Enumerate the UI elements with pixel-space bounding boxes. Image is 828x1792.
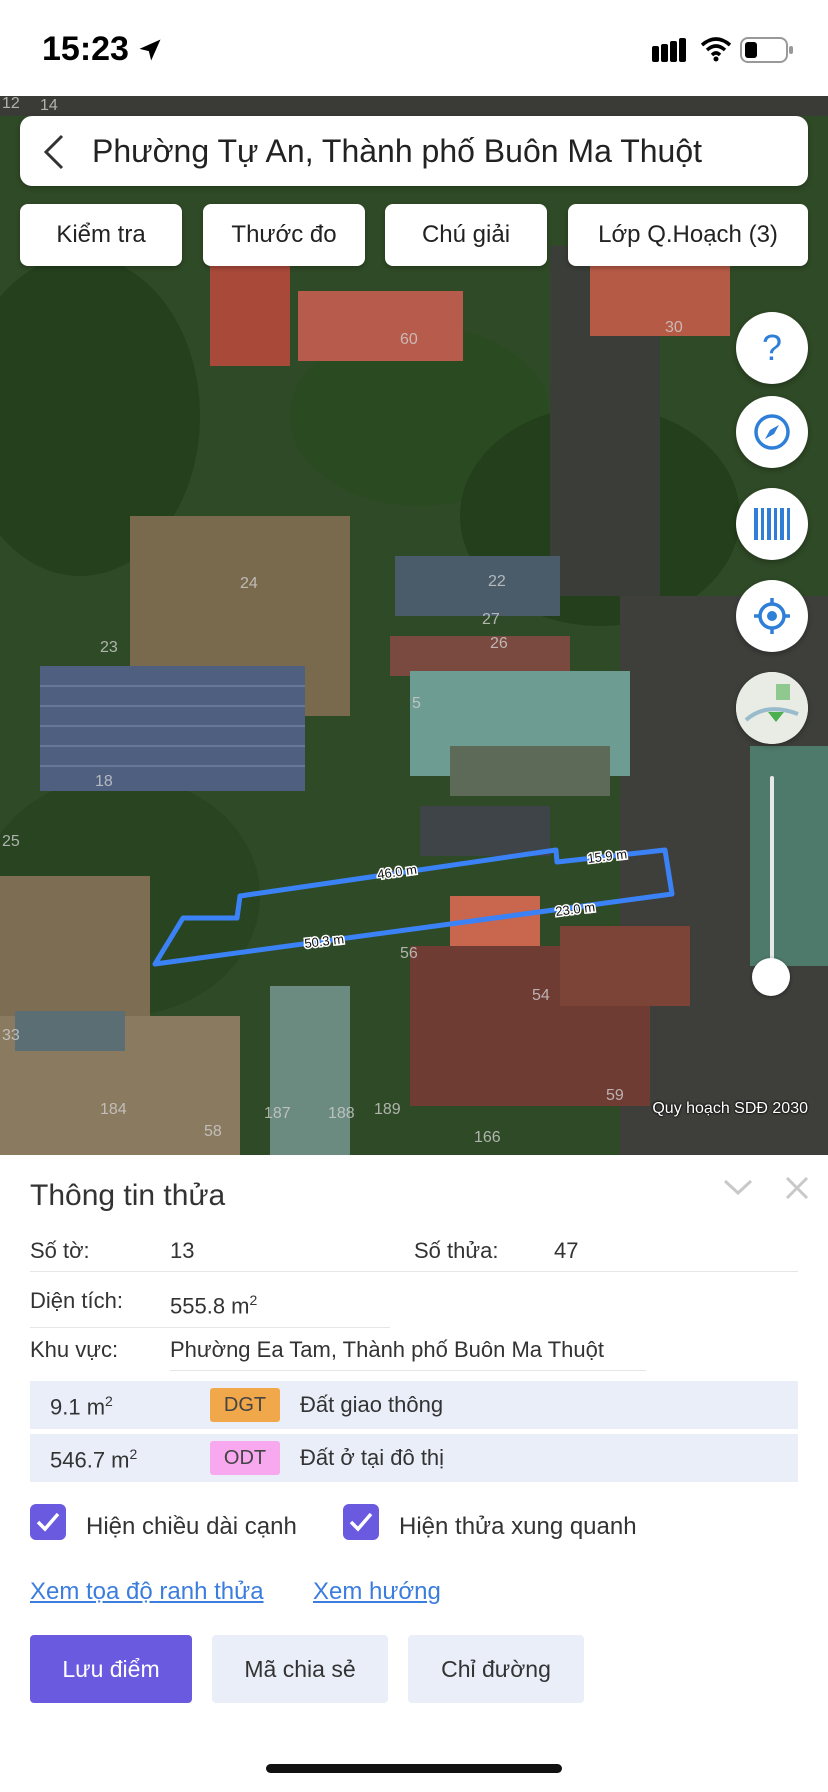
land-use-area: 9.1 m2 xyxy=(50,1393,113,1420)
map-thumbnail-icon xyxy=(736,672,808,744)
legend-button[interactable]: Chú giải xyxy=(385,204,547,266)
parcel-number: 188 xyxy=(328,1105,355,1122)
parcel-number: 18 xyxy=(95,773,113,790)
parcel-number: 22 xyxy=(488,573,506,590)
land-use-name: Đất giao thông xyxy=(300,1392,444,1417)
svg-text:?: ? xyxy=(762,328,782,368)
view-direction-link[interactable]: Xem hướng xyxy=(313,1578,441,1606)
compass-icon xyxy=(754,414,790,450)
save-point-button[interactable]: Lưu điểm xyxy=(30,1635,192,1703)
land-use-row: 9.1 m2 DGT Đất giao thông xyxy=(30,1381,798,1429)
map-layer-caption: Quy hoạch SDĐ 2030 xyxy=(652,1100,808,1117)
divider xyxy=(30,1327,390,1328)
chevron-down-icon[interactable] xyxy=(722,1177,754,1197)
parcel-number: 14 xyxy=(40,97,58,114)
divider xyxy=(170,1370,646,1371)
cellular-signal-icon xyxy=(652,38,686,62)
parcel-label: Số thửa: xyxy=(414,1238,499,1263)
area-row: Diện tích: 555.8 m2 xyxy=(30,1288,798,1324)
status-bar: 15:23 xyxy=(0,0,828,96)
view-boundary-coordinates-link[interactable]: Xem tọa độ ranh thửa xyxy=(30,1578,264,1606)
opacity-slider-track[interactable] xyxy=(770,776,774,976)
status-time: 15:23 xyxy=(42,30,129,68)
land-use-code-badge: DGT xyxy=(210,1388,280,1422)
parcel-number: 187 xyxy=(264,1105,291,1122)
parcel-number: 25 xyxy=(2,833,20,850)
back-chevron-icon[interactable] xyxy=(42,134,66,170)
planning-layers-button[interactable]: Lớp Q.Hoạch (3) xyxy=(568,204,808,266)
sheet-value: 13 xyxy=(170,1238,195,1263)
parcel-number: 166 xyxy=(474,1129,501,1146)
parcel-number: 60 xyxy=(400,331,418,348)
ruler-button[interactable]: Thước đo xyxy=(203,204,365,266)
battery-icon xyxy=(740,37,793,63)
parcel-number: 24 xyxy=(240,575,258,592)
barcode-icon xyxy=(754,508,790,540)
parcel-number: 30 xyxy=(665,319,683,336)
parcel-value: 47 xyxy=(554,1238,579,1263)
parcel-number: 56 xyxy=(400,945,418,962)
location-arrow-icon xyxy=(139,39,161,61)
parcel-number: 189 xyxy=(374,1101,401,1118)
show-neighbors-checkbox[interactable] xyxy=(343,1504,379,1540)
parcel-number: 58 xyxy=(204,1123,222,1140)
parcel-number: 59 xyxy=(606,1087,624,1104)
wifi-icon xyxy=(700,37,732,62)
sheet-label: Số tờ: xyxy=(30,1238,90,1263)
my-location-button[interactable] xyxy=(736,580,808,652)
location-title: Phường Tự An, Thành phố Buôn Ma Thuột xyxy=(92,133,703,169)
show-edge-lengths-checkbox[interactable] xyxy=(30,1504,66,1540)
check-button[interactable]: Kiểm tra xyxy=(20,204,182,266)
help-button[interactable]: ? xyxy=(736,312,808,384)
parcel-number: 54 xyxy=(532,987,550,1004)
checkmark-icon xyxy=(349,1512,373,1532)
parcel-number: 27 xyxy=(482,611,500,628)
show-edge-lengths-label[interactable]: Hiện chiều dài cạnh xyxy=(86,1513,297,1541)
map-type-button[interactable] xyxy=(736,672,808,744)
area-label: Diện tích: xyxy=(30,1288,123,1313)
sheet-parcel-row: Số tờ: 13 Số thửa: 47 xyxy=(30,1238,798,1268)
land-use-row: 546.7 m2 ODT Đất ở tại đô thị xyxy=(30,1434,798,1482)
crosshair-icon xyxy=(754,598,790,634)
region-row: Khu vực: Phường Ea Tam, Thành phố Buôn M… xyxy=(30,1337,798,1367)
parcel-number: 23 xyxy=(100,639,118,656)
land-use-code-badge: ODT xyxy=(210,1441,280,1475)
barcode-button[interactable] xyxy=(736,488,808,560)
directions-button[interactable]: Chỉ đường xyxy=(408,1635,584,1703)
search-bar[interactable]: Phường Tự An, Thành phố Buôn Ma Thuột xyxy=(20,116,808,186)
parcel-number: 5 xyxy=(412,695,421,712)
divider xyxy=(30,1271,798,1272)
land-use-name: Đất ở tại đô thị xyxy=(300,1445,445,1470)
opacity-slider-handle[interactable] xyxy=(752,958,790,996)
parcel-number: 184 xyxy=(100,1101,127,1118)
region-value: Phường Ea Tam, Thành phố Buôn Ma Thuột xyxy=(170,1337,604,1362)
land-use-area: 546.7 m2 xyxy=(50,1446,138,1473)
panel-title: Thông tin thửa xyxy=(30,1179,226,1212)
home-indicator xyxy=(266,1764,562,1773)
parcel-number: 26 xyxy=(490,635,508,652)
region-label: Khu vực: xyxy=(30,1337,119,1362)
help-icon: ? xyxy=(762,328,782,368)
area-value: 555.8 m2 xyxy=(170,1292,258,1319)
parcel-number: 33 xyxy=(2,1027,20,1044)
share-code-button[interactable]: Mã chia sẻ xyxy=(212,1635,388,1703)
show-neighbors-label[interactable]: Hiện thửa xung quanh xyxy=(399,1513,637,1541)
compass-button[interactable] xyxy=(736,396,808,468)
checkmark-icon xyxy=(36,1512,60,1532)
parcel-number: 12 xyxy=(2,96,20,112)
close-icon[interactable] xyxy=(784,1175,810,1201)
